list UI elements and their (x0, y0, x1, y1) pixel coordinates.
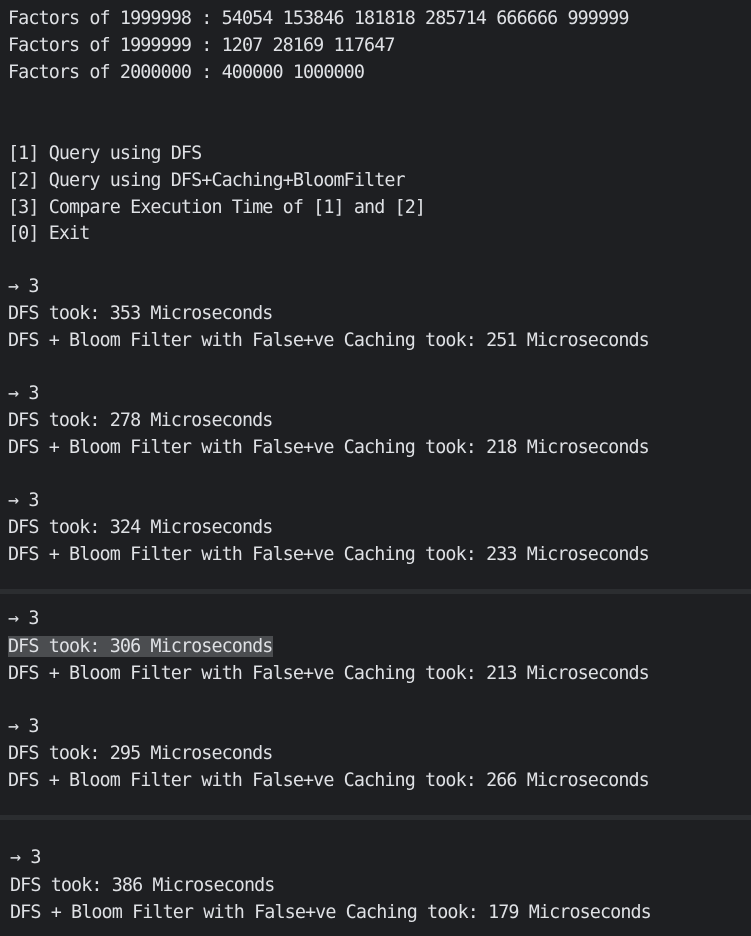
bloom-time-line: DFS + Bloom Filter with False+ve Caching… (8, 770, 650, 791)
dfs-time-line: DFS took: 278 Microseconds (8, 410, 273, 431)
menu-option-2: [2] Query using DFS+Caching+BloomFilter (8, 170, 406, 191)
dfs-time-line: DFS took: 324 Microseconds (8, 517, 273, 538)
bloom-time-line: DFS + Bloom Filter with False+ve Caching… (10, 902, 652, 923)
dfs-time-line[interactable]: DFS took: 306 Microseconds (8, 634, 274, 660)
dfs-time-line: DFS took: 386 Microseconds (10, 875, 275, 896)
menu-option-1: [1] Query using DFS (8, 143, 202, 164)
bloom-time-line: DFS + Bloom Filter with False+ve Caching… (8, 330, 650, 351)
input-prompt: → 3 (8, 716, 39, 737)
dfs-time-line: DFS took: 295 Microseconds (8, 743, 273, 764)
bloom-time-line: DFS + Bloom Filter with False+ve Caching… (8, 663, 650, 684)
factors-line: Factors of 1999998 : 54054 153846 181818… (8, 8, 629, 29)
input-prompt: → 3 (8, 383, 39, 404)
input-prompt: → 3 (8, 608, 39, 629)
factors-line: Factors of 1999999 : 1207 28169 117647 (8, 35, 395, 56)
bloom-time-line: DFS + Bloom Filter with False+ve Caching… (8, 544, 650, 565)
factors-line: Factors of 2000000 : 400000 1000000 (8, 62, 365, 83)
bloom-time-line: DFS + Bloom Filter with False+ve Caching… (8, 437, 650, 458)
menu-option-3: [3] Compare Execution Time of [1] and [2… (8, 197, 426, 218)
terminal-output[interactable]: Factors of 1999998 : 54054 153846 181818… (0, 0, 751, 936)
terminal-panel-3: → 3 DFS took: 386 Microseconds DFS + Blo… (0, 820, 751, 936)
selected-text-highlight[interactable]: DFS took: 306 Microseconds (8, 636, 274, 657)
input-prompt: → 3 (10, 847, 41, 868)
terminal-panel-1: Factors of 1999998 : 54054 153846 181818… (0, 0, 751, 589)
terminal-panel-2: → 3 DFS took: 306 Microseconds DFS + Blo… (0, 594, 751, 815)
input-prompt: → 3 (8, 276, 39, 297)
input-prompt: → 3 (8, 490, 39, 511)
menu-option-0: [0] Exit (8, 223, 90, 244)
dfs-time-line: DFS took: 353 Microseconds (8, 303, 273, 324)
